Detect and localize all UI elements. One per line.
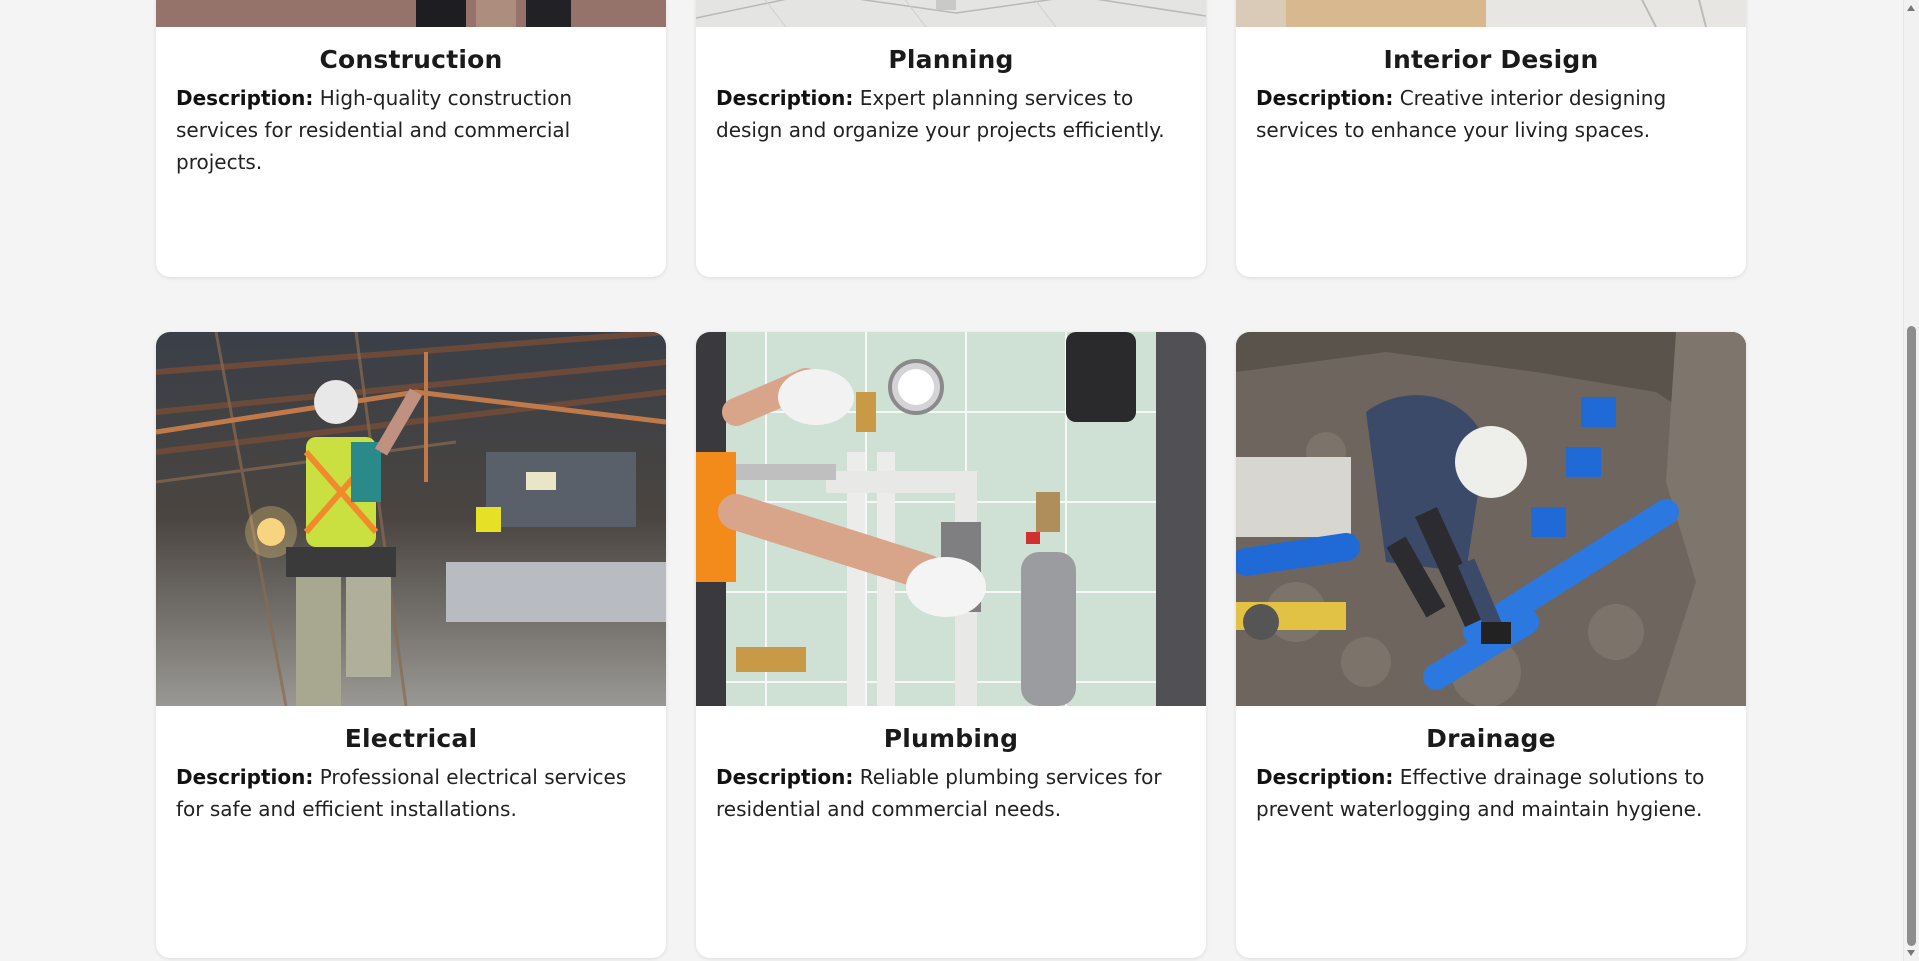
scroll-down-arrow-icon[interactable] (1907, 950, 1915, 956)
service-card-plumbing[interactable]: Plumbing Description: Reliable plumbing … (696, 332, 1206, 958)
vertical-scrollbar[interactable] (1903, 0, 1919, 961)
description-label: Description: (1256, 86, 1394, 110)
scrollbar-thumb[interactable] (1907, 326, 1916, 946)
service-description: Description: Professional electrical ser… (176, 761, 646, 825)
service-description: Description: High-quality construction s… (176, 82, 646, 178)
service-title: Planning (888, 45, 1014, 74)
scroll-up-arrow-icon[interactable] (1907, 5, 1915, 11)
service-title: Construction (319, 45, 503, 74)
service-title: Electrical (344, 724, 478, 753)
service-card-electrical[interactable]: Electrical Description: Professional ele… (156, 332, 666, 958)
service-card-interior-design[interactable]: Interior Design Description: Creative in… (1236, 0, 1746, 277)
construction-image (156, 0, 666, 27)
interior-design-image (1236, 0, 1746, 27)
service-card-planning[interactable]: Planning Description: Expert planning se… (696, 0, 1206, 277)
plumbing-image (696, 332, 1206, 706)
description-label: Description: (716, 86, 854, 110)
planning-image (696, 0, 1206, 27)
service-title: Drainage (1426, 724, 1556, 753)
service-title: Plumbing (883, 724, 1019, 753)
service-description: Description: Effective drainage solution… (1256, 761, 1726, 825)
description-label: Description: (176, 765, 314, 789)
electrician-image (156, 332, 666, 706)
service-description: Description: Reliable plumbing services … (716, 761, 1186, 825)
service-title: Interior Design (1383, 45, 1599, 74)
description-label: Description: (1256, 765, 1394, 789)
drainage-image (1236, 332, 1746, 706)
service-card-drainage[interactable]: Drainage Description: Effective drainage… (1236, 332, 1746, 958)
service-card-construction[interactable]: Construction Description: High-quality c… (156, 0, 666, 277)
service-description: Description: Creative interior designing… (1256, 82, 1726, 146)
service-description: Description: Expert planning services to… (716, 82, 1186, 146)
page: Construction Description: High-quality c… (0, 0, 1919, 961)
description-label: Description: (716, 765, 854, 789)
description-label: Description: (176, 86, 314, 110)
